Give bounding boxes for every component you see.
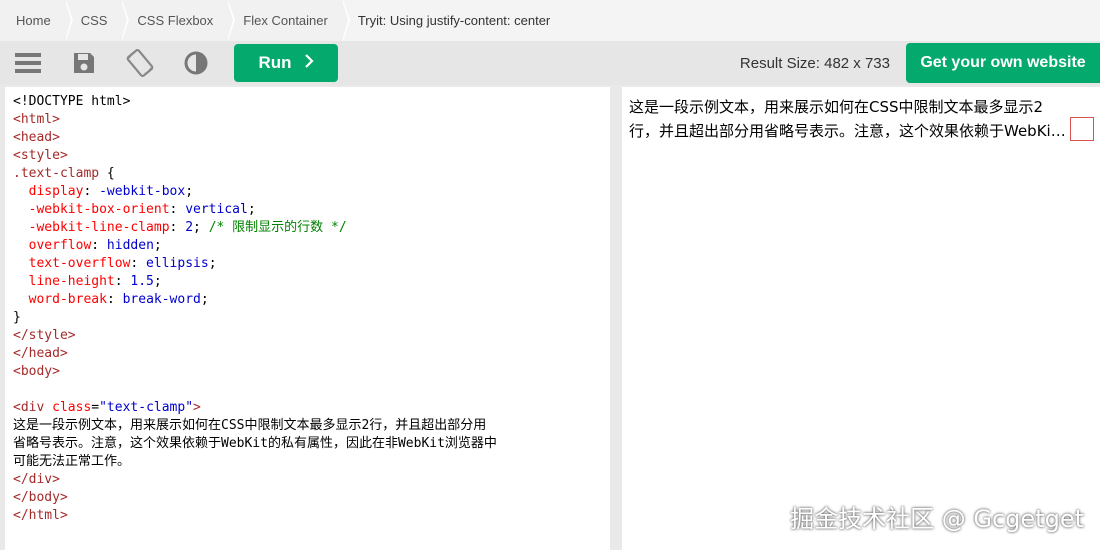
code-content[interactable]: <!DOCTYPE html> <html> <head> <style> .text-…	[13, 93, 497, 525]
code-line: <!DOCTYPE html>	[13, 94, 131, 109]
clamped-text: 这是一段示例文本，用来展示如何在CSS中限制文本最多显示2 行，并且超出部分用省…	[629, 95, 1094, 143]
watermark: 掘金技术社区 @ Gcgetget	[790, 505, 1084, 533]
code-line: <body>	[13, 364, 60, 379]
code-line: display: -webkit-box;	[28, 184, 194, 199]
breadcrumb-current: Tryit: Using justify-content: center	[357, 13, 551, 28]
code-line: <div class="text-clamp">	[13, 400, 201, 415]
code-line: <style>	[13, 148, 68, 163]
result-size-label: Result Size: 482 x 733	[739, 55, 890, 72]
code-line: </head>	[13, 346, 68, 361]
ellipsis-highlight-box	[1070, 117, 1094, 141]
clamped-text-line-1: 这是一段示例文本，用来展示如何在CSS中限制文本最多显示2	[629, 98, 1044, 116]
breadcrumb-css[interactable]: CSS	[64, 0, 130, 41]
breadcrumb-css-flexbox[interactable]: CSS Flexbox	[121, 0, 236, 41]
code-line: 这是一段示例文本，用来展示如何在CSS中限制文本最多显示2行，并且超出部分用	[13, 418, 487, 433]
code-line: </body>	[13, 490, 68, 505]
get-your-own-website-button[interactable]: Get your own website	[906, 43, 1100, 83]
code-line: -webkit-line-clamp: 2; /* 限制显示的行数 */	[28, 220, 347, 235]
rotate-icon[interactable]	[112, 41, 168, 85]
toolbar: Run Result Size: 482 x 733 Get your own …	[0, 41, 1100, 85]
panel-divider[interactable]	[610, 87, 622, 550]
breadcrumb: Home CSS CSS Flexbox Flex Container Tryi…	[0, 0, 1100, 41]
code-line: }	[13, 310, 21, 325]
code-line: <html>	[13, 112, 60, 127]
code-line: line-height: 1.5;	[28, 274, 162, 289]
code-line: .text-clamp {	[13, 166, 115, 181]
menu-icon[interactable]	[0, 41, 56, 85]
run-label: Run	[258, 53, 292, 72]
code-line: 省略号表示。注意，这个效果依赖于WebKit的私有属性，因此在非WebKit浏览…	[13, 436, 497, 451]
clamped-text-line-2: 行，并且超出部分用省略号表示。注意，这个效果依赖于WebKi…	[629, 122, 1066, 140]
breadcrumb-home[interactable]: Home	[0, 0, 73, 41]
code-line: -webkit-box-orient: vertical;	[28, 202, 256, 217]
run-button[interactable]: Run	[234, 44, 338, 82]
code-line: </html>	[13, 508, 68, 523]
code-line: 可能无法正常工作。	[13, 454, 131, 469]
save-icon[interactable]	[56, 41, 112, 85]
code-editor[interactable]: <!DOCTYPE html> <html> <head> <style> .text-…	[5, 87, 610, 550]
contrast-icon[interactable]	[168, 41, 224, 85]
chevron-right-icon	[304, 53, 314, 73]
result-panel: 这是一段示例文本，用来展示如何在CSS中限制文本最多显示2 行，并且超出部分用省…	[622, 87, 1100, 550]
code-line: overflow: hidden;	[28, 238, 162, 253]
code-line: <head>	[13, 130, 60, 145]
breadcrumb-flex-container[interactable]: Flex Container	[227, 0, 350, 41]
code-line: text-overflow: ellipsis;	[28, 256, 217, 271]
code-line: </div>	[13, 472, 60, 487]
code-line: </style>	[13, 328, 76, 343]
code-line: word-break: break-word;	[28, 292, 209, 307]
